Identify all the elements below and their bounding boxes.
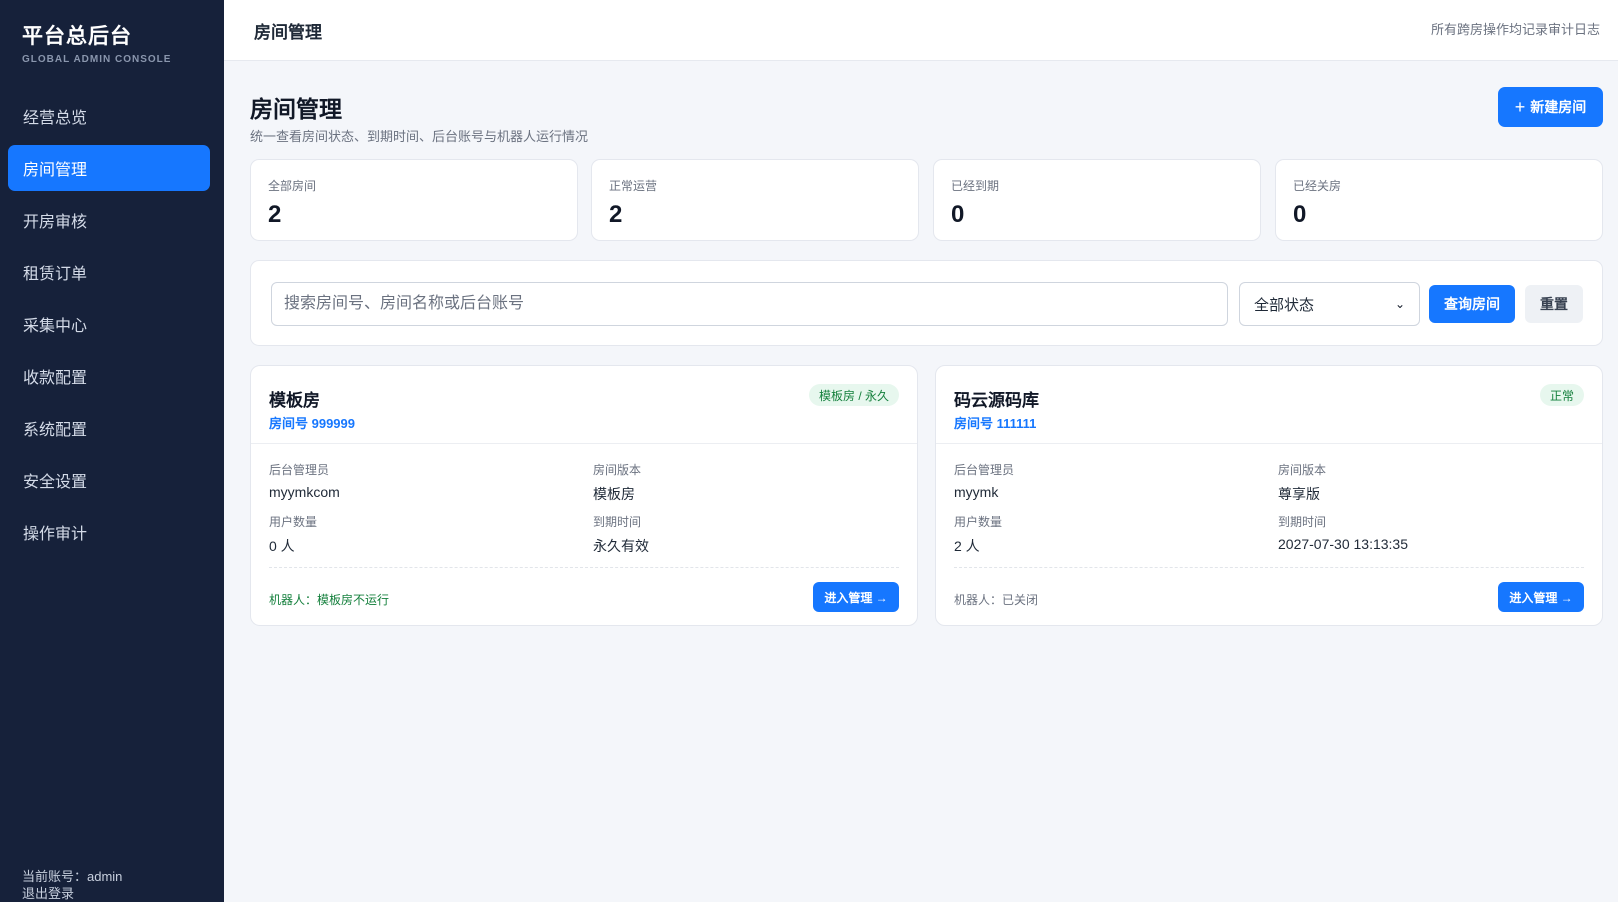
- stat-value: 2: [268, 201, 282, 228]
- brand-title: 平台总后台: [22, 25, 132, 48]
- robot-status: 机器人：模板房不运行: [269, 593, 390, 607]
- room-name: 模板房: [269, 391, 320, 410]
- stat-card-expired: 已经到期 0: [933, 159, 1261, 241]
- audit-note: 所有跨房操作均记录审计日志: [1430, 22, 1600, 37]
- chevron-down-icon: ⌄: [1394, 297, 1405, 311]
- stat-label: 已经到期: [951, 179, 1000, 193]
- room-card-footer: 机器人：已关闭 进入管理 →: [954, 568, 1584, 626]
- sidebar-item-security[interactable]: 安全设置: [8, 457, 210, 503]
- sidebar-item-payment-config[interactable]: 收款配置: [8, 353, 210, 399]
- expire-field: 到期时间 2027-07-30 13:13:35: [1278, 513, 1408, 552]
- query-button[interactable]: 查询房间: [1429, 285, 1515, 323]
- room-card-body: 后台管理员 myymkcom 房间版本 模板房 用户数量 0 人 到期时间 永久…: [269, 444, 899, 568]
- stat-value: 0: [951, 201, 965, 228]
- admin-field: 后台管理员 myymkcom: [269, 461, 340, 500]
- room-card-header: 模板房 房间号 999999 模板房 / 永久: [251, 366, 917, 444]
- sidebar-item-overview[interactable]: 经营总览: [8, 93, 210, 139]
- account-info: 当前账号：admin 退出登录: [22, 868, 122, 902]
- field-label: 房间版本: [1278, 463, 1327, 477]
- field-value: 永久有效: [593, 538, 649, 554]
- room-name: 码云源码库: [954, 391, 1039, 410]
- field-value: myymkcom: [269, 484, 340, 500]
- plus-icon: +: [1514, 97, 1526, 117]
- brand-subtitle: GLOBAL ADMIN CONSOLE: [22, 54, 172, 65]
- field-label: 用户数量: [954, 515, 1003, 529]
- sidebar-item-collection-center[interactable]: 采集中心: [8, 301, 210, 347]
- stat-card-total: 全部房间 2: [250, 159, 578, 241]
- sidebar-item-rental-orders[interactable]: 租赁订单: [8, 249, 210, 295]
- status-badge: 正常: [1539, 384, 1584, 406]
- robot-status: 机器人：已关闭: [954, 593, 1039, 607]
- room-card-footer: 机器人：模板房不运行 进入管理 →: [269, 568, 899, 626]
- field-label: 房间版本: [593, 463, 642, 477]
- stat-value: 2: [609, 201, 623, 228]
- status-badge: 模板房 / 永久: [808, 384, 899, 406]
- status-select[interactable]: 全部状态 ⌄: [1239, 282, 1420, 326]
- logout-link[interactable]: 退出登录: [22, 885, 122, 902]
- room-card-body: 后台管理员 myymk 房间版本 尊享版 用户数量 2 人 到期时间 2027-…: [954, 444, 1584, 568]
- field-label: 到期时间: [593, 515, 642, 529]
- enter-manage-button[interactable]: 进入管理 →: [813, 582, 899, 612]
- current-account: 当前账号：admin: [22, 869, 123, 884]
- field-label: 到期时间: [1278, 515, 1327, 529]
- field-value: myymk: [954, 484, 999, 500]
- page-description: 统一查看房间状态、到期时间、后台账号与机器人运行情况: [250, 129, 589, 144]
- version-field: 房间版本 模板房: [593, 461, 641, 504]
- field-value: 尊享版: [1278, 486, 1320, 502]
- field-label: 用户数量: [269, 515, 318, 529]
- reset-button[interactable]: 重置: [1525, 285, 1583, 323]
- field-value: 0 人: [269, 538, 295, 554]
- search-input[interactable]: [271, 282, 1228, 326]
- room-card: 模板房 房间号 999999 模板房 / 永久 后台管理员 myymkcom 房…: [250, 365, 918, 626]
- status-select-value: 全部状态: [1254, 296, 1315, 314]
- topbar-title: 房间管理: [254, 23, 322, 42]
- stat-card-active: 正常运营 2: [591, 159, 919, 241]
- sidebar-item-room-review[interactable]: 开房审核: [8, 197, 210, 243]
- stat-label: 已经关房: [1293, 179, 1342, 193]
- stat-value: 0: [1293, 201, 1307, 228]
- field-value: 2027-07-30 13:13:35: [1278, 536, 1408, 552]
- sidebar-item-audit[interactable]: 操作审计: [8, 509, 210, 555]
- new-room-label: 新建房间: [1530, 99, 1587, 115]
- stat-label: 正常运营: [609, 179, 658, 193]
- field-value: 2 人: [954, 538, 980, 554]
- brand: 平台总后台 GLOBAL ADMIN CONSOLE: [22, 20, 171, 65]
- new-room-button[interactable]: + 新建房间: [1498, 87, 1603, 127]
- version-field: 房间版本 尊享版: [1278, 461, 1326, 504]
- room-number: 房间号 111111: [954, 416, 1037, 431]
- field-label: 后台管理员: [954, 463, 1015, 477]
- room-number: 房间号 999999: [269, 416, 355, 431]
- page-title: 房间管理: [250, 96, 342, 122]
- users-field: 用户数量 0 人: [269, 513, 317, 556]
- stat-label: 全部房间: [268, 179, 317, 193]
- admin-field: 后台管理员 myymk: [954, 461, 1014, 500]
- room-card: 码云源码库 房间号 111111 正常 后台管理员 myymk 房间版本 尊享版…: [935, 365, 1603, 626]
- field-label: 后台管理员: [269, 463, 330, 477]
- sidebar-item-system-config[interactable]: 系统配置: [8, 405, 210, 451]
- room-card-header: 码云源码库 房间号 111111 正常: [936, 366, 1602, 444]
- sidebar-nav: 经营总览 房间管理 开房审核 租赁订单 采集中心 收款配置 系统配置 安全设置 …: [8, 93, 210, 561]
- users-field: 用户数量 2 人: [954, 513, 1002, 556]
- filter-bar: 全部状态 ⌄ 查询房间 重置: [250, 260, 1603, 346]
- sidebar: 平台总后台 GLOBAL ADMIN CONSOLE 经营总览 房间管理 开房审…: [0, 0, 224, 902]
- field-value: 模板房: [593, 486, 635, 502]
- expire-field: 到期时间 永久有效: [593, 513, 649, 556]
- stat-card-closed: 已经关房 0: [1275, 159, 1603, 241]
- enter-manage-button[interactable]: 进入管理 →: [1498, 582, 1584, 612]
- topbar: 房间管理 所有跨房操作均记录审计日志: [224, 0, 1618, 61]
- sidebar-item-rooms[interactable]: 房间管理: [8, 145, 210, 191]
